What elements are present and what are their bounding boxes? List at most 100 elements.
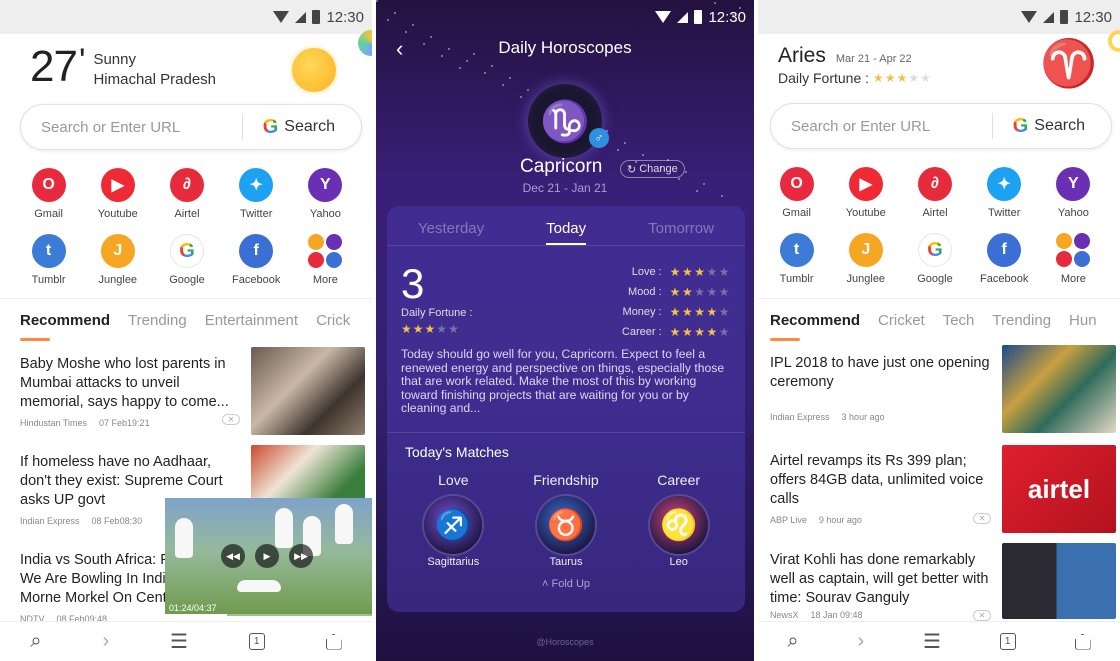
video-controls: ◀◀ ▶ ▶▶ — [221, 544, 313, 568]
tab-today[interactable]: Today — [546, 220, 587, 245]
app-shortcut-gmail[interactable]: O Gmail — [762, 167, 831, 219]
bottom-nav: ⌕ › ☰ 1 — [758, 621, 1120, 661]
match-friendship[interactable]: Friendship ♉ Taurus — [511, 472, 621, 568]
app-shortcut-yahoo[interactable]: Y Yahoo — [291, 168, 360, 220]
fold-up-button[interactable]: ˄ Fold Up — [387, 578, 745, 590]
app-label: Airtel — [174, 208, 200, 220]
forward-icon[interactable]: › — [857, 630, 864, 653]
video-progress[interactable] — [165, 614, 372, 616]
tab-hun[interactable]: Hun — [1069, 312, 1097, 329]
menu-icon[interactable]: ☰ — [170, 629, 188, 654]
rating-row: Money : ★★★★★ — [622, 302, 731, 322]
app-shortcut-youtube[interactable]: ▶ Youtube — [83, 168, 152, 220]
app-shortcut-airtel[interactable]: ∂ Airtel — [900, 167, 969, 219]
change-sign-button[interactable]: ↻ Change — [620, 160, 685, 178]
tab-tomorrow[interactable]: Tomorrow — [648, 220, 714, 237]
app-label: More — [1060, 273, 1086, 285]
tab-yesterday[interactable]: Yesterday — [418, 220, 484, 237]
search-icon[interactable]: ⌕ — [30, 630, 41, 653]
forecast-text[interactable]: Today should go well for you, Capricorn.… — [401, 347, 731, 416]
match-love[interactable]: Love ♐ Sagittarius — [398, 472, 508, 568]
news-time: 18 Jan 09:48 — [810, 610, 863, 620]
previous-icon[interactable]: ◀◀ — [221, 544, 245, 568]
app-shortcut-facebook[interactable]: f Facebook — [970, 233, 1039, 285]
dismiss-icon[interactable]: ✕ — [973, 513, 991, 524]
app-shortcut-google[interactable]: G Google — [152, 234, 221, 286]
app-label: Twitter — [239, 208, 273, 220]
dismiss-icon[interactable]: ✕ — [222, 414, 240, 425]
app-shortcut-gmail[interactable]: O Gmail — [14, 168, 83, 220]
news-thumbnail — [1002, 345, 1116, 433]
menu-icon[interactable]: ☰ — [923, 629, 941, 654]
app-shortcut-google[interactable]: G Google — [900, 233, 969, 285]
app-shortcut-facebook[interactable]: f Facebook — [222, 234, 291, 286]
search-input[interactable]: Search or Enter URL — [771, 118, 992, 135]
dismiss-icon[interactable]: ✕ — [973, 610, 991, 621]
app-label: Twitter — [987, 207, 1021, 219]
news-title: Virat Kohli has done remarkably well as … — [770, 552, 989, 606]
match-career[interactable]: Career ♌ Leo — [624, 472, 734, 568]
app-label: Youtube — [97, 208, 138, 220]
tab-entertainment[interactable]: Entertainment — [205, 312, 298, 329]
google-icon: G — [169, 234, 204, 268]
home-icon[interactable] — [325, 633, 342, 650]
star-dot — [732, 14, 734, 16]
app-shortcut-tumblr[interactable]: t Tumblr — [14, 234, 83, 286]
play-icon[interactable]: ▶ — [255, 544, 279, 568]
app-label: Gmail — [34, 208, 63, 220]
player-figure — [335, 504, 353, 544]
app-shortcut-airtel[interactable]: ∂ Airtel — [152, 168, 221, 220]
tab-tech[interactable]: Tech — [943, 312, 975, 329]
news-source: Indian Express — [20, 516, 80, 526]
search-button[interactable]: G Search — [993, 115, 1111, 138]
news-time: 07 Feb19:21 — [99, 418, 150, 428]
app-logo-icon[interactable] — [358, 30, 372, 56]
floating-video-player[interactable]: ◀◀ ▶ ▶▶ 01:24/04:37 — [165, 498, 372, 616]
search-input[interactable]: Search or Enter URL — [21, 119, 242, 136]
tab-cricket[interactable]: Cricket — [878, 312, 925, 329]
search-icon[interactable]: ⌕ — [787, 630, 798, 653]
news-title: Airtel revamps its Rs 399 plan; offers 8… — [770, 453, 984, 507]
tab-trending[interactable]: Trending — [992, 312, 1051, 329]
browser-home-panel: 12:30 27 ' Sunny Himachal Pradesh Search… — [0, 0, 372, 661]
tab-crick[interactable]: Crick — [316, 312, 350, 329]
app-shortcut-twitter[interactable]: ✦ Twitter — [970, 167, 1039, 219]
sign-dates: Dec 21 - Jan 21 — [522, 181, 608, 195]
aries-icon[interactable]: ♈ — [1040, 36, 1097, 91]
home-icon[interactable] — [1074, 633, 1091, 650]
next-icon[interactable]: ▶▶ — [289, 544, 313, 568]
match-category: Career — [657, 472, 701, 488]
news-thumbnail: airtel — [1002, 445, 1116, 533]
app-shortcut-yahoo[interactable]: Y Yahoo — [1039, 167, 1108, 219]
forward-icon[interactable]: › — [102, 630, 109, 653]
app-shortcut-twitter[interactable]: ✦ Twitter — [222, 168, 291, 220]
rating-stars: ★★★★★ — [669, 285, 731, 299]
news-source: ABP Live — [770, 515, 807, 525]
daily-fortune-stars: ★★★★★ — [401, 322, 460, 336]
app-shortcut-more[interactable]: More — [291, 234, 360, 286]
tabs-icon[interactable]: 1 — [999, 633, 1016, 650]
tab-trending[interactable]: Trending — [128, 312, 187, 329]
search-bar[interactable]: Search or Enter URL G Search — [20, 104, 362, 150]
app-label: Junglee — [846, 273, 886, 285]
search-button[interactable]: G Search — [243, 116, 361, 139]
horoscope-widget[interactable]: Aries Mar 21 - Apr 22 — [778, 44, 912, 68]
news-thumbnail — [251, 347, 365, 435]
tab-recommend[interactable]: Recommend — [20, 312, 110, 341]
search-bar[interactable]: Search or Enter URL G Search — [770, 103, 1112, 149]
matches-title: Today's Matches — [405, 444, 509, 460]
google-icon: G — [262, 115, 279, 138]
app-logo-icon[interactable] — [1108, 30, 1120, 52]
app-shortcut-junglee[interactable]: J Junglee — [83, 234, 152, 286]
app-shortcut-tumblr[interactable]: t Tumblr — [762, 233, 831, 285]
category-ratings: Love : ★★★★★ Mood : ★★★★★ Money : ★★★★★ Career… — [622, 262, 731, 342]
app-shortcut-junglee[interactable]: J Junglee — [831, 233, 900, 285]
app-shortcut-more[interactable]: More — [1039, 233, 1108, 285]
sign-name: Aries — [778, 44, 826, 67]
tabs-icon[interactable]: 1 — [248, 633, 265, 650]
tab-recommend[interactable]: Recommend — [770, 312, 860, 341]
news-time: 08 Feb08:30 — [91, 516, 143, 526]
app-shortcut-youtube[interactable]: ▶ Youtube — [831, 167, 900, 219]
news-title: India vs South Africa: F We Are Bowling … — [20, 552, 170, 606]
weather-widget[interactable]: 27 ' Sunny Himachal Pradesh — [30, 42, 216, 92]
